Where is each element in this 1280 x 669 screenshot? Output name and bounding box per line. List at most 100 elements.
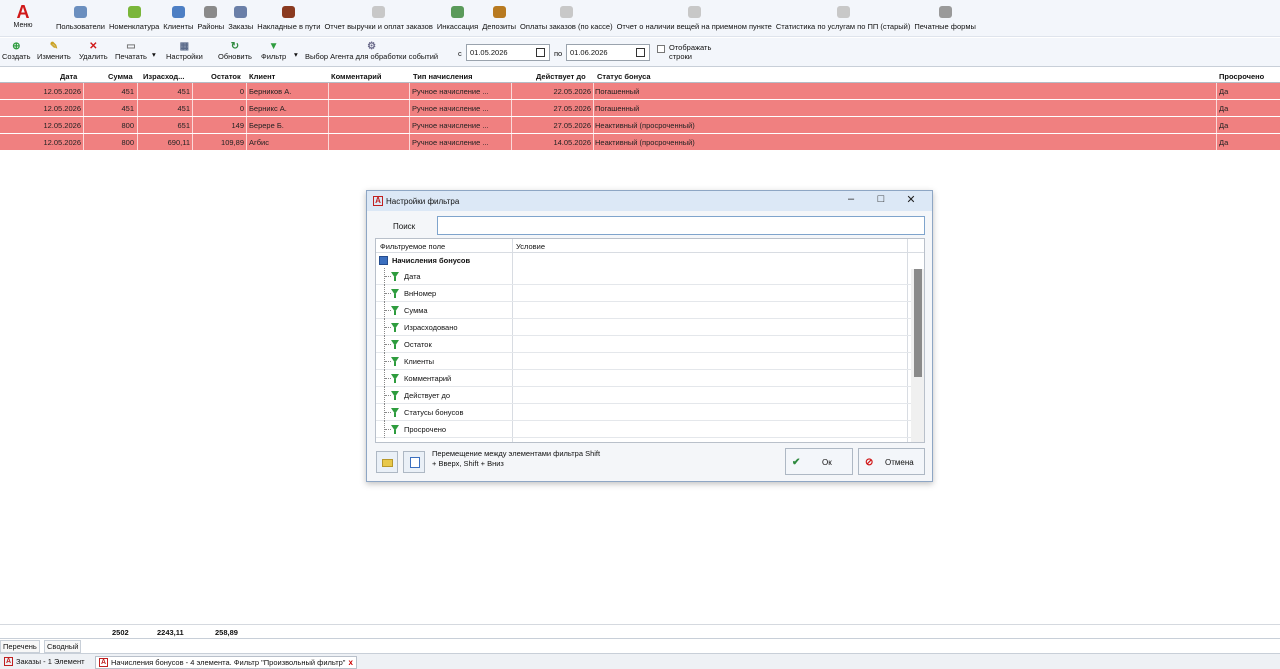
column-header[interactable]: Израсход...: [143, 72, 184, 81]
nav-item[interactable]: Номенклатура: [109, 4, 159, 31]
table-row[interactable]: 12.05.2026 800 690,11 109,89 Агбис Ручное нач…: [0, 134, 1280, 151]
open-filter-button[interactable]: [376, 451, 398, 473]
edit-button[interactable]: ✎ Изменить: [37, 41, 71, 61]
tab-list[interactable]: Перечень: [0, 640, 40, 653]
filter-field-row[interactable]: Действует до: [376, 387, 914, 404]
minimize-icon[interactable]: –: [843, 193, 859, 205]
refresh-button[interactable]: ↻ Обновить: [218, 41, 252, 61]
period-from-input[interactable]: 01.05.2026: [466, 44, 550, 61]
filter-field-row[interactable]: Статусы бонусов: [376, 404, 914, 421]
cell-divider: [137, 134, 138, 151]
keyboard-hint: Перемещение между элементами фильтра Shi…: [432, 449, 601, 468]
column-header[interactable]: Комментарий: [331, 72, 382, 81]
table-row[interactable]: 12.05.2026 800 651 149 Берере Б. Ручное начис…: [0, 117, 1280, 134]
app-logo-icon: A: [16, 2, 30, 22]
column-header[interactable]: Тип начисления: [413, 72, 473, 81]
cell-divider: [83, 134, 84, 151]
filter-dropdown-icon[interactable]: ▾: [294, 50, 298, 59]
payments-icon: [559, 6, 573, 18]
filter-field-row[interactable]: ВнНомер: [376, 285, 914, 302]
agent-label: Выбор Агента для обработки событий: [305, 52, 439, 61]
nav-item[interactable]: Отчет о наличии вещей на приемном пункте: [617, 4, 772, 31]
nav-item[interactable]: Оплаты заказов (по кассе): [520, 4, 613, 31]
filter-field-row[interactable]: Израсходовано: [376, 319, 914, 336]
calendar-icon[interactable]: [636, 48, 645, 57]
waybill-icon: [282, 6, 296, 18]
print-dropdown-icon[interactable]: ▾: [152, 50, 156, 59]
table-cell: 0: [239, 104, 244, 113]
filter-field-row[interactable]: Дата: [376, 268, 914, 285]
nav-item[interactable]: Инкассация: [437, 4, 478, 31]
cell-divider: [511, 117, 512, 134]
filter-field-row[interactable]: Клиенты: [376, 353, 914, 370]
tab-summary[interactable]: Сводный: [44, 640, 82, 653]
users-icon: [72, 4, 88, 20]
column-header[interactable]: Сумма: [108, 72, 133, 81]
close-icon[interactable]: ✕: [903, 193, 919, 206]
agent-button[interactable]: ⚙ Выбор Агента для обработки событий: [305, 41, 438, 61]
period-to-label: по: [554, 49, 563, 58]
nav-item[interactable]: Депозиты: [482, 4, 516, 31]
scrollbar-thumb[interactable]: [914, 269, 922, 377]
column-header[interactable]: Дата: [60, 72, 77, 81]
column-header[interactable]: Просрочено: [1219, 72, 1264, 81]
filter-field-row[interactable]: Комментарий: [376, 370, 914, 387]
cell-divider: [192, 100, 193, 117]
cell-divider: [409, 83, 410, 100]
report-icon: [686, 4, 702, 20]
funnel-icon: [394, 362, 396, 366]
refresh-icon: ↻: [230, 41, 240, 52]
tree-group-bonuses[interactable]: Начисления бонусов: [376, 253, 924, 268]
settings-button[interactable]: ▦ Настройки: [166, 41, 203, 61]
filter-field-row[interactable]: Сумма: [376, 302, 914, 319]
create-button[interactable]: ⊕ Создать: [2, 41, 31, 61]
cell-divider: [593, 83, 594, 100]
check-icon: ✔: [792, 457, 801, 468]
doc-tab-orders[interactable]: A Заказы - 1 Элемент: [1, 656, 88, 667]
cancel-button[interactable]: ⊘ Отмена: [858, 448, 925, 475]
cell-divider: [593, 100, 594, 117]
calendar-icon[interactable]: [536, 48, 545, 57]
close-tab-icon[interactable]: x: [348, 658, 352, 667]
search-input[interactable]: [437, 216, 925, 235]
nav-item[interactable]: Накладные в пути: [257, 4, 320, 31]
table-cell: 149: [231, 121, 244, 130]
nav-item[interactable]: Районы: [197, 4, 224, 31]
column-header[interactable]: Статус бонуса: [597, 72, 651, 81]
table-cell: 12.05.2026: [43, 121, 81, 130]
settings-label: Настройки: [166, 52, 203, 61]
delete-button[interactable]: ✕ Удалить: [79, 41, 108, 61]
table-cell: 451: [177, 87, 190, 96]
orders-icon: [233, 4, 249, 20]
print-button[interactable]: ▭ Печатать: [115, 41, 147, 61]
nav-item[interactable]: Статистика по услугам по ПП (старый): [776, 4, 910, 31]
show-rows-checkbox[interactable]: [657, 45, 665, 53]
dialog-titlebar[interactable]: A Настройки фильтра – □ ✕: [367, 191, 932, 211]
column-header[interactable]: Действует до: [536, 72, 586, 81]
orders-icon: [234, 6, 248, 18]
nav-item[interactable]: Заказы: [228, 4, 253, 31]
period-to-input[interactable]: 01.06.2026: [566, 44, 650, 61]
filter-field-row[interactable]: Остаток: [376, 336, 914, 353]
cell-divider: [1216, 134, 1217, 151]
doc-tab-bonuses[interactable]: A Начисления бонусов - 4 элемента. Фильт…: [95, 656, 357, 669]
nav-item[interactable]: Отчет выручки и оплат заказов: [324, 4, 433, 31]
filter-button[interactable]: ▼ Фильтр: [261, 41, 286, 61]
column-header[interactable]: Остаток: [211, 72, 241, 81]
table-cell: Погашенный: [595, 87, 640, 96]
maximize-icon[interactable]: □: [873, 193, 889, 205]
print-forms-icon: [938, 6, 952, 18]
nav-item[interactable]: Клиенты: [163, 4, 193, 31]
menu-button[interactable]: A Меню: [8, 2, 38, 34]
cell-divider: [1216, 83, 1217, 100]
cell-divider: [246, 83, 247, 100]
cell-divider: [192, 134, 193, 151]
table-row[interactable]: 12.05.2026 451 451 0 Берникс А. Ручное начисл…: [0, 100, 1280, 117]
nav-item[interactable]: Пользователи: [56, 4, 105, 31]
column-header[interactable]: Клиент: [249, 72, 275, 81]
nav-item[interactable]: Печатные формы: [914, 4, 976, 31]
table-row[interactable]: 12.05.2026 451 451 0 Берников А. Ручное начис…: [0, 83, 1280, 100]
filter-field-row[interactable]: Просрочено: [376, 421, 914, 438]
save-filter-button[interactable]: [403, 451, 425, 473]
ok-button[interactable]: ✔ Ок: [785, 448, 853, 475]
